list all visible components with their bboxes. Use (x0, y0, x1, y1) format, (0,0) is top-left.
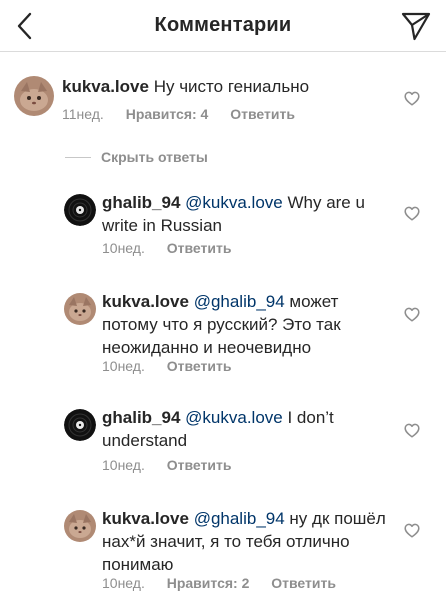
reply-mention[interactable]: @ghalib_94 (194, 509, 285, 528)
vinyl-avatar-icon (64, 194, 96, 226)
paper-plane-icon (401, 12, 431, 41)
reply-comment: ghalib_94 @kukva.love Why are u write in… (0, 190, 446, 262)
comment-meta: 11нед. Нравится: 4 Ответить (62, 106, 313, 122)
reply-username[interactable]: kukva.love (102, 509, 189, 528)
reply-button[interactable]: Ответить (167, 457, 232, 473)
avatar[interactable] (64, 409, 96, 441)
main-comment: kukva.love Ну чисто гениально 11нед. Нра… (0, 72, 446, 128)
heart-icon[interactable] (404, 206, 420, 221)
reply-time: 10нед. (102, 575, 145, 591)
comment-text: Ну чисто гениально (153, 77, 310, 96)
cat-avatar-icon (64, 510, 96, 542)
reply-username[interactable]: ghalib_94 (102, 193, 180, 212)
reply-meta: 10нед. Нравится: 2 Ответить (102, 575, 354, 591)
heart-icon[interactable] (404, 423, 420, 438)
comment-body: kukva.love Ну чисто гениально (62, 75, 390, 98)
reply-button[interactable]: Ответить (230, 106, 295, 122)
reply-mention[interactable]: @kukva.love (185, 193, 283, 212)
reply-comment: kukva.love @ghalib_94 ну дк пошёл нах*й … (0, 506, 446, 598)
reply-button[interactable]: Ответить (167, 358, 232, 374)
avatar[interactable] (64, 293, 96, 325)
reply-comment: ghalib_94 @kukva.love I don’t understand… (0, 405, 446, 477)
reply-body: ghalib_94 @kukva.love I don’t understand (102, 406, 390, 452)
reply-meta: 10нед. Ответить (102, 240, 249, 256)
reply-mention[interactable]: @kukva.love (185, 408, 283, 427)
cat-avatar-icon (64, 293, 96, 325)
reply-button[interactable]: Ответить (167, 240, 232, 256)
heart-icon[interactable] (404, 523, 420, 538)
cat-avatar-icon (14, 76, 54, 116)
avatar[interactable] (64, 194, 96, 226)
hide-replies-label: Скрыть ответы (101, 149, 208, 165)
reply-meta: 10нед. Ответить (102, 358, 249, 374)
reply-mention[interactable]: @ghalib_94 (194, 292, 285, 311)
avatar[interactable] (64, 510, 96, 542)
vinyl-avatar-icon (64, 409, 96, 441)
reply-username[interactable]: kukva.love (102, 292, 189, 311)
reply-time: 10нед. (102, 240, 145, 256)
reply-time: 10нед. (102, 358, 145, 374)
reply-body: ghalib_94 @kukva.love Why are u write in… (102, 191, 390, 237)
avatar[interactable] (14, 76, 54, 116)
reply-comment: kukva.love @ghalib_94 может потому что я… (0, 289, 446, 381)
heart-icon[interactable] (404, 91, 420, 106)
reply-body: kukva.love @ghalib_94 ну дк пошёл нах*й … (102, 507, 390, 576)
reply-time: 10нед. (102, 457, 145, 473)
header: Комментарии (0, 0, 446, 52)
reply-username[interactable]: ghalib_94 (102, 408, 180, 427)
reply-button[interactable]: Ответить (271, 575, 336, 591)
heart-icon[interactable] (404, 307, 420, 322)
comment-username[interactable]: kukva.love (62, 77, 149, 96)
likes-count[interactable]: Нравится: 2 (167, 575, 250, 591)
likes-count[interactable]: Нравится: 4 (126, 106, 209, 122)
reply-meta: 10нед. Ответить (102, 457, 249, 473)
send-button[interactable] (400, 10, 432, 42)
reply-body: kukva.love @ghalib_94 может потому что я… (102, 290, 390, 359)
hide-replies-line (65, 157, 91, 158)
page-title: Комментарии (154, 14, 292, 36)
comment-time: 11нед. (62, 106, 104, 122)
